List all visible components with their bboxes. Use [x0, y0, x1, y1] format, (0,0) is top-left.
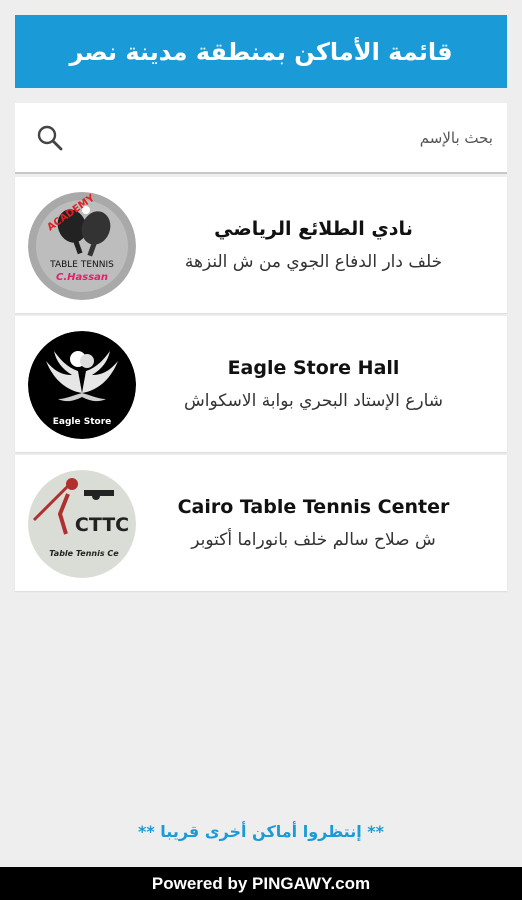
venue-logo: CTTC Table Tennis Ce	[28, 470, 136, 578]
venue-address: خلف دار الدفاع الجوي من ش النزهة	[184, 252, 443, 272]
logo-text: Table Tennis Ce	[49, 549, 119, 558]
venue-card-tala2e[interactable]: ACADEMY TABLE TENNIS C.Hassan نادي الطلا…	[15, 177, 507, 313]
venue-logo: ACADEMY TABLE TENNIS C.Hassan	[28, 192, 136, 300]
venue-card-eagle-store[interactable]: Eagle Store Eagle Store Hall شارع الإستا…	[15, 316, 507, 452]
footer-text: Powered by PINGAWY.com	[151, 873, 371, 893]
venue-logo: Eagle Store	[28, 331, 136, 439]
logo-line2: C.Hassan	[56, 272, 108, 283]
logo-abbr: CTTC	[75, 514, 129, 536]
page-header: قائمة الأماكن بمنطقة مدينة نصر	[15, 15, 507, 88]
venue-name: Eagle Store Hall	[227, 357, 400, 379]
venue-address: شارع الإستاد البحري بوابة الاسكواش	[183, 391, 444, 411]
venue-name: نادي الطلائع الرياضي	[214, 218, 413, 240]
search-icon[interactable]	[35, 123, 65, 153]
venue-name: Cairo Table Tennis Center	[177, 496, 450, 518]
logo-line1: TABLE TENNIS	[49, 260, 114, 270]
venue-address: ش صلاح سالم خلف بانوراما أكتوبر	[191, 530, 436, 550]
logo-text: Eagle Store	[53, 417, 112, 427]
venue-card-cttc[interactable]: CTTC Table Tennis Ce Cairo Table Tennis …	[15, 455, 507, 591]
page-title: قائمة الأماكن بمنطقة مدينة نصر	[69, 37, 453, 66]
search-input[interactable]	[93, 128, 493, 147]
footer-powered-by[interactable]: Powered by PINGAWY.com	[0, 867, 522, 900]
search-bar[interactable]	[15, 103, 507, 174]
coming-soon-note: ** إنتظروا أماكن أخرى قريبا **	[137, 822, 385, 841]
